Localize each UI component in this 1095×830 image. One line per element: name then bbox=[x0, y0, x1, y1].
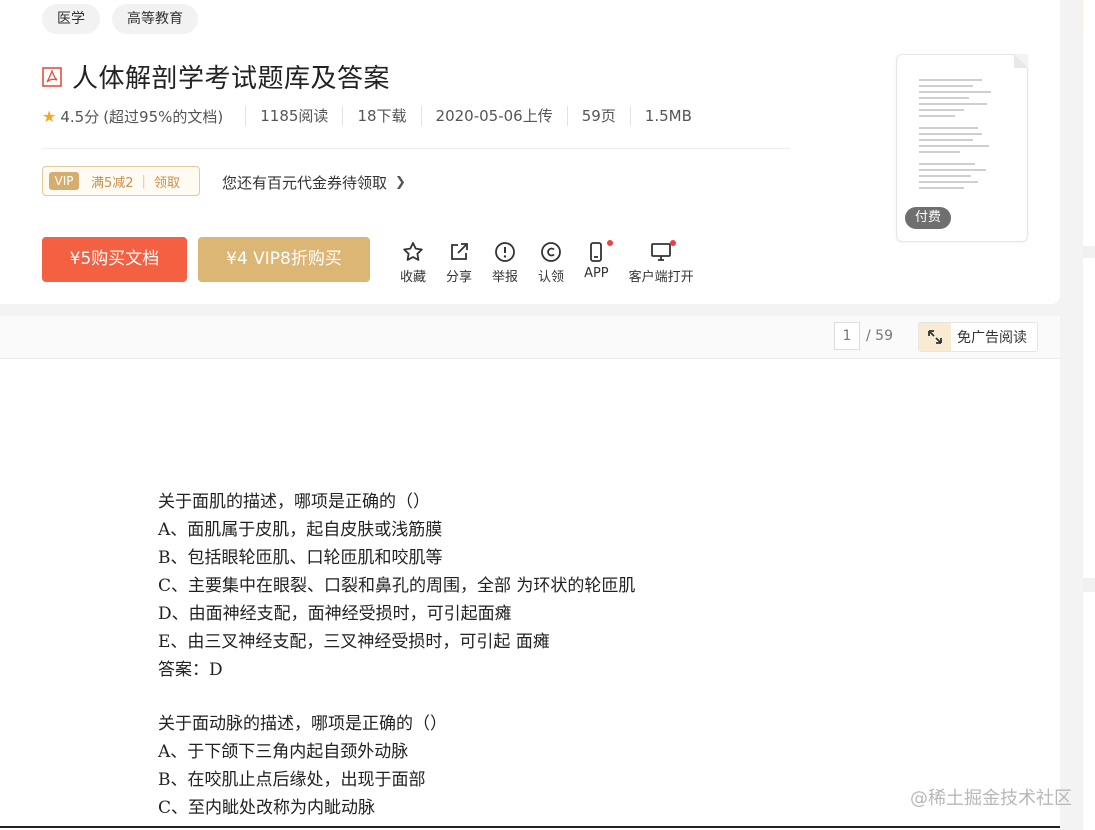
report-icon bbox=[495, 242, 515, 262]
buy-document-button[interactable]: ¥5购买文档 bbox=[42, 237, 187, 282]
tag-list: 医学 高等教育 bbox=[42, 4, 198, 34]
action-bar: 收藏 分享 举报 认领 APP 客户端打开 bbox=[400, 240, 714, 285]
coupon-offer: 满5减2 bbox=[91, 175, 134, 191]
star-icon: ★ bbox=[42, 106, 57, 126]
option-text: E、由三叉神经支配，三叉神经受损时，可引起 面瘫 bbox=[158, 632, 550, 652]
share-icon bbox=[451, 243, 468, 260]
watermark: @稀土掘金技术社区 bbox=[910, 788, 1072, 809]
phone-icon bbox=[590, 242, 603, 262]
vip-coupon[interactable]: VIP 满5减2 | 领取 bbox=[42, 166, 200, 196]
vip-badge: VIP bbox=[49, 172, 79, 190]
sidebar-panel bbox=[1083, 0, 1095, 246]
document-content: 关于面肌的描述，哪项是正确的（） A、面肌属于皮肌，起自皮肤或浅筋膜 B、包括眼… bbox=[158, 488, 635, 822]
upload-date: 2020-05-06上传 bbox=[420, 106, 567, 126]
report-label: 举报 bbox=[492, 270, 519, 285]
paid-badge: 付费 bbox=[905, 207, 952, 229]
tag-higher-education[interactable]: 高等教育 bbox=[112, 4, 198, 34]
claim-label: 认领 bbox=[538, 270, 565, 285]
page-number-input[interactable]: 1 bbox=[834, 322, 860, 350]
bottom-edge bbox=[0, 826, 1060, 828]
tag-medicine[interactable]: 医学 bbox=[42, 4, 100, 34]
option-text: A、面肌属于皮肌，起自皮肤或浅筋膜 bbox=[158, 520, 443, 540]
voucher-text: 您还有百元代金券待领取 bbox=[222, 174, 388, 192]
favorite-label: 收藏 bbox=[400, 270, 427, 285]
chevron-right-icon: ❯ bbox=[395, 175, 406, 190]
document-meta: ★ 4.5分 (超过95%的文档) 1185阅读 18下载 2020-05-06… bbox=[42, 104, 735, 128]
star-outline-icon bbox=[403, 242, 423, 261]
page-title: 人体解剖学考试题库及答案 bbox=[72, 64, 391, 94]
voucher-link[interactable]: 您还有百元代金券待领取 ❯ bbox=[222, 172, 406, 193]
app-button[interactable]: APP bbox=[584, 240, 613, 285]
page-fold bbox=[1014, 54, 1028, 68]
option-text: B、包括眼轮匝肌、口轮匝肌和咬肌等 bbox=[158, 548, 443, 568]
app-label: APP bbox=[584, 266, 609, 281]
thumbnail-text-lines bbox=[919, 79, 1009, 193]
document-reader: 1 / 59 免广告阅读 关于面肌的描述，哪项是正确的（） A、面肌属于皮肌，起… bbox=[0, 316, 1060, 830]
share-button[interactable]: 分享 bbox=[446, 240, 472, 285]
report-button[interactable]: 举报 bbox=[492, 240, 518, 285]
client-open-label: 客户端打开 bbox=[628, 270, 694, 285]
read-count: 1185阅读 bbox=[245, 106, 342, 126]
option-text: B、在咬肌止点后缘处，出现于面部 bbox=[158, 770, 426, 790]
favorite-button[interactable]: 收藏 bbox=[400, 240, 426, 285]
document-info-card: 医学 高等教育 人体解剖学考试题库及答案 ★ 4.5分 (超过95%的文档) 1… bbox=[0, 0, 1060, 304]
sidebar-panel bbox=[1083, 592, 1095, 830]
adfree-reading-button[interactable]: 免广告阅读 bbox=[918, 322, 1038, 352]
rating-note: (超过95%的文档) bbox=[103, 107, 224, 126]
page-total: / 59 bbox=[866, 328, 893, 344]
reader-toolbar: 1 / 59 免广告阅读 bbox=[0, 316, 1060, 359]
expand-icon bbox=[919, 323, 951, 351]
pdf-icon bbox=[42, 66, 62, 87]
share-label: 分享 bbox=[446, 270, 473, 285]
notification-dot bbox=[606, 240, 613, 246]
option-text: C、至内眦处改称为内眦动脉 bbox=[158, 798, 376, 818]
option-text: A、于下颌下三角内起自颈外动脉 bbox=[158, 742, 409, 762]
divider bbox=[42, 148, 790, 149]
title-row: 人体解剖学考试题库及答案 bbox=[42, 58, 390, 95]
coupon-separator: | bbox=[141, 173, 146, 189]
question-text: 关于面肌的描述，哪项是正确的（） bbox=[158, 492, 430, 512]
client-open-button[interactable]: 客户端打开 bbox=[629, 240, 694, 285]
document-thumbnail[interactable]: 付费 bbox=[896, 54, 1028, 242]
copyright-icon bbox=[541, 242, 561, 262]
notification-dot bbox=[669, 240, 676, 246]
option-text: D、由面神经支配，面神经受损时，可引起面瘫 bbox=[158, 604, 512, 624]
question-text: 关于面动脉的描述，哪项是正确的（） bbox=[158, 714, 447, 734]
file-size: 1.5MB bbox=[629, 106, 706, 126]
answer-text: 答案：D bbox=[158, 660, 223, 680]
coupon-claim-button[interactable]: 领取 bbox=[154, 172, 180, 191]
rating-value: 4.5分 bbox=[60, 107, 100, 126]
vip-buy-button[interactable]: ¥4 VIP8折购买 bbox=[198, 237, 370, 282]
download-count: 18下载 bbox=[342, 106, 420, 126]
sidebar-panel bbox=[1083, 258, 1095, 578]
claim-button[interactable]: 认领 bbox=[538, 240, 564, 285]
adfree-label: 免广告阅读 bbox=[957, 330, 1027, 346]
option-text: C、主要集中在眼裂、口裂和鼻孔的周围，全部 为环状的轮匝肌 bbox=[158, 576, 636, 596]
page-count: 59页 bbox=[566, 106, 630, 126]
right-sidebar-strip bbox=[1081, 0, 1095, 830]
